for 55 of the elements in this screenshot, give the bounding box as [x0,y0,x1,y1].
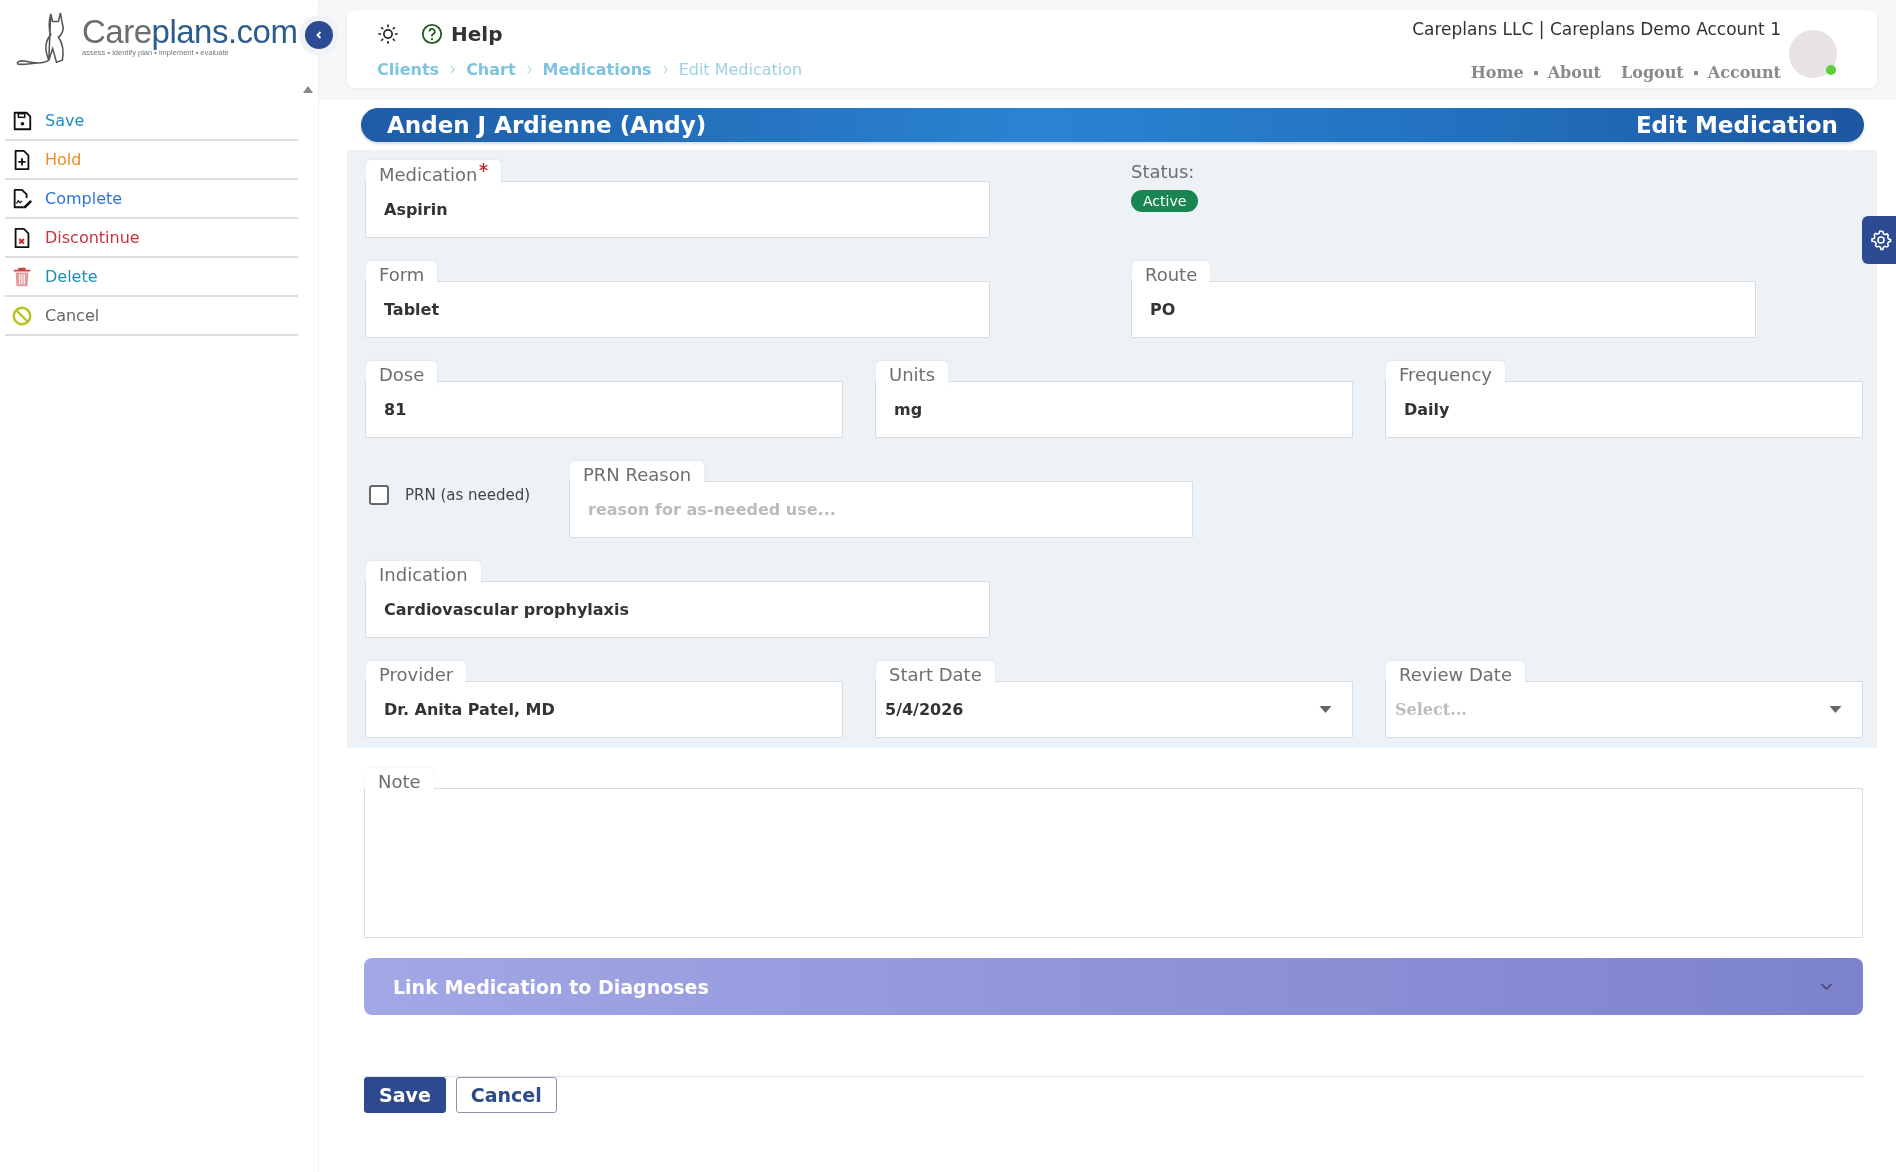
settings-icon [1870,229,1892,251]
page-title: Edit Medication [1635,112,1838,138]
cancel-button[interactable]: Cancel [455,1077,557,1113]
chevron-left-icon [314,30,324,40]
field-label: Status: [1131,161,1195,182]
field-label: Units [876,361,949,387]
field-label: Route [1132,261,1211,287]
header-link[interactable]: About [1547,63,1601,82]
chevron-right-icon [525,64,533,75]
field-label: Dose [366,361,438,387]
field-label: PRN Reason [570,461,705,487]
field-label: Start Date [876,661,995,687]
trash-icon [11,265,33,288]
account-name: Careplans LLC | Careplans Demo Account 1 [1412,19,1781,39]
patient-name: Anden J Ardienne (Andy) [387,112,707,138]
checkbox-label: PRN (as needed) [405,486,531,504]
field-label: Form [366,261,438,287]
field-label: Provider [366,661,467,687]
logo-wordmark: Careplans.com [82,13,298,50]
field-label: Note [365,768,434,794]
field-label: Frequency [1386,361,1505,387]
settings-button[interactable] [1862,216,1896,264]
chevron-down-icon [1820,982,1833,991]
header-link[interactable]: Home [1470,63,1524,82]
input-field[interactable]: Cardiovascular prophylaxis [365,581,990,638]
chevron-right-icon [449,64,457,75]
field-label: Medication [366,160,502,187]
signed-document-icon [11,187,33,210]
sidebar-action[interactable]: Discontinue [5,219,298,258]
status-badge: Active [1131,190,1199,212]
sidebar-action[interactable]: Complete [5,180,298,219]
sidebar-action[interactable]: Cancel [5,297,298,336]
dropdown-caret-icon [1829,705,1842,714]
input-field[interactable]: 81 [365,381,843,438]
checkbox[interactable] [369,485,389,505]
chevron-right-icon [661,64,669,75]
help-link[interactable]: Help [421,22,503,46]
field-label: Indication [366,561,481,587]
sidebar-action[interactable]: Save [5,102,298,141]
header-link[interactable]: Logout [1620,63,1684,82]
input-field[interactable]: PO [1131,281,1756,338]
header-link[interactable]: Account [1707,63,1781,82]
input-field[interactable]: Dr. Anita Patel, MD [365,681,843,738]
field-label: Review Date [1386,661,1525,687]
input-field[interactable]: mg [875,381,1353,438]
input-field[interactable]: reason for as-needed use... [569,481,1193,538]
sidebar-action[interactable]: Delete [5,258,298,297]
prohibited-icon [11,304,33,327]
sun-icon[interactable] [377,23,399,45]
dropdown-caret-icon [1319,705,1332,714]
question-circle-icon [421,23,443,45]
input-field[interactable]: Tablet [365,281,990,338]
save-button[interactable]: Save [364,1077,446,1113]
input-field[interactable]: Aspirin [365,181,990,238]
dropdown-field[interactable]: 5/4/2026 [875,681,1353,738]
